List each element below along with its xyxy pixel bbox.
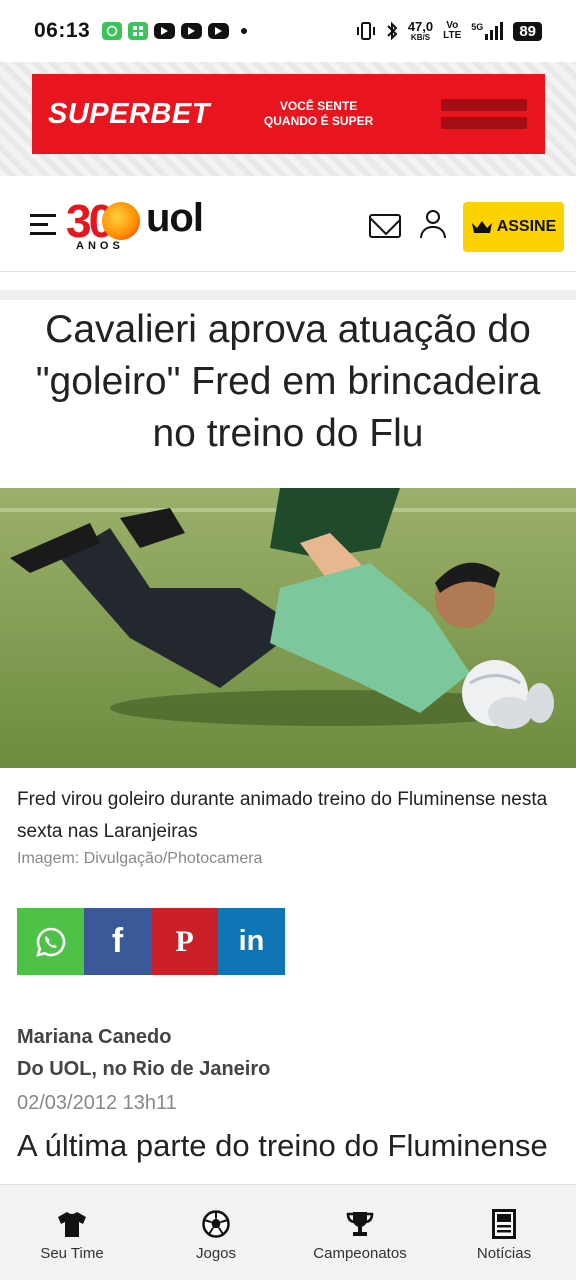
- app-notification-icon: [128, 22, 149, 40]
- article-headline: Cavalieri aprova atuação do "goleiro" Fr…: [35, 308, 541, 455]
- share-pinterest-button[interactable]: P: [151, 908, 218, 975]
- logo-sun-icon: [102, 202, 140, 240]
- article-photo[interactable]: [0, 488, 576, 768]
- goalkeeper-photo: [0, 488, 576, 768]
- hamburger-menu-icon[interactable]: [30, 214, 56, 236]
- soccer-ball-icon: [200, 1209, 232, 1239]
- shirt-icon: [56, 1209, 88, 1239]
- volte-indicator: Vo LTE: [443, 20, 462, 41]
- nav-seu-time[interactable]: Seu Time: [0, 1185, 144, 1280]
- share-facebook-button[interactable]: f: [84, 908, 151, 975]
- battery-level: 89: [513, 21, 542, 41]
- photo-caption: Fred virou goleiro durante animado trein…: [17, 789, 548, 842]
- superbet-ad-banner[interactable]: SUPERBET VOCÊ SENTE QUANDO É SUPER: [32, 74, 545, 154]
- newspaper-icon: [488, 1209, 520, 1239]
- status-bar: 06:13 47,0 KB/S Vo LTE 5G 89: [0, 0, 576, 62]
- app-store-badge: [441, 117, 527, 129]
- article-source: Do UOL, no Rio de Janeiro: [17, 1058, 271, 1080]
- whatsapp-icon: [35, 927, 65, 957]
- mail-icon[interactable]: [369, 214, 401, 238]
- signal-strength: 5G: [471, 22, 504, 40]
- divider: [0, 290, 576, 300]
- share-bar: f P in: [17, 908, 285, 975]
- nav-noticias[interactable]: Notícias: [432, 1185, 576, 1280]
- whatsapp-notification-icon: [102, 22, 123, 40]
- ad-zone: SUPERBET VOCÊ SENTE QUANDO É SUPER: [0, 62, 576, 176]
- signal-bars-icon: [485, 22, 504, 40]
- nav-campeonatos[interactable]: Campeonatos: [288, 1185, 432, 1280]
- notification-icons: [102, 22, 248, 40]
- more-notifications-dot: [241, 28, 248, 34]
- youtube-notification-icon: [181, 23, 203, 39]
- app-store-badge: [441, 99, 527, 111]
- app-store-badges: [441, 99, 527, 129]
- article-body: A última parte do treino do Fluminense: [17, 1128, 548, 1163]
- facebook-icon: f: [111, 922, 124, 960]
- user-icon[interactable]: [418, 210, 448, 242]
- bluetooth-icon: [387, 21, 398, 41]
- crown-icon: [471, 221, 492, 233]
- subscribe-button[interactable]: ASSINE: [463, 202, 564, 252]
- share-whatsapp-button[interactable]: [17, 908, 84, 975]
- status-time: 06:13: [34, 19, 91, 42]
- nav-jogos[interactable]: Jogos: [144, 1185, 288, 1280]
- photo-credit: Imagem: Divulgação/Photocamera: [17, 850, 263, 867]
- pinterest-icon: P: [175, 924, 194, 958]
- vibrate-icon: [356, 22, 375, 40]
- youtube-notification-icon: [154, 23, 176, 39]
- article-date: 02/03/2012 13h11: [17, 1092, 177, 1114]
- trophy-icon: [344, 1209, 376, 1239]
- uol-30-anos-logo[interactable]: 30 uol ANOS: [66, 194, 226, 256]
- article-author: Mariana Canedo: [17, 1026, 172, 1048]
- bottom-navigation: Seu Time Jogos Campeonatos Notícias: [0, 1184, 576, 1280]
- youtube-notification-icon: [208, 23, 230, 39]
- ad-tagline: VOCÊ SENTE QUANDO É SUPER: [263, 99, 374, 128]
- share-linkedin-button[interactable]: in: [218, 908, 285, 975]
- network-speed: 47,0 KB/S: [407, 19, 434, 42]
- ad-brand: SUPERBET: [48, 97, 210, 130]
- linkedin-icon: in: [238, 925, 265, 957]
- site-header: 30 uol ANOS ASSINE: [0, 176, 576, 272]
